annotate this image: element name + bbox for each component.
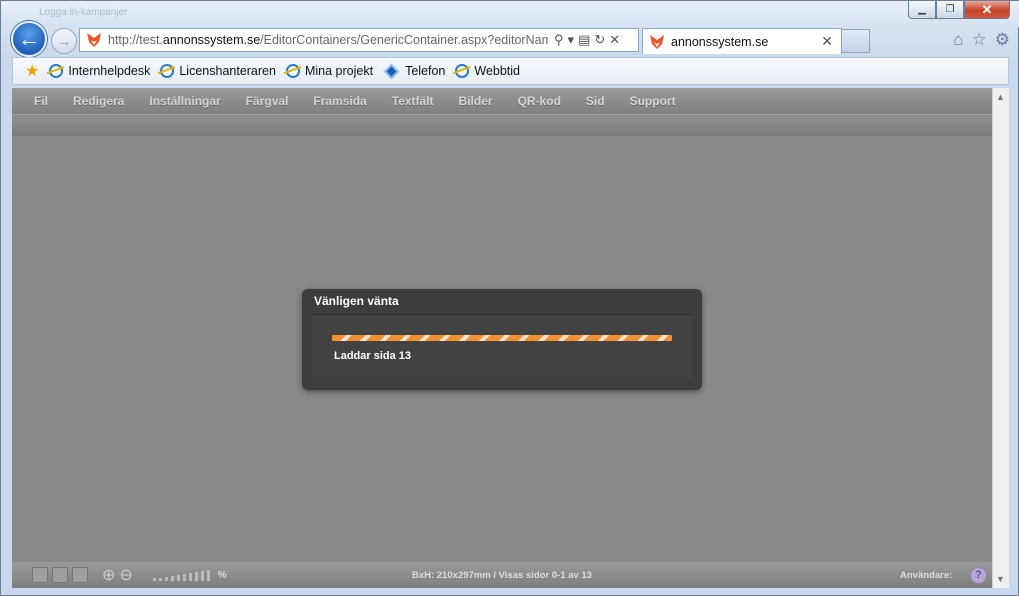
menu-fargval[interactable]: Färgval [246,94,289,108]
menu-installningar[interactable]: Inställningar [149,94,220,108]
back-button[interactable]: ← [11,21,47,57]
zoom-percent-label: % [217,569,227,581]
search-icon[interactable]: ⚲ [554,32,564,48]
dialog-title: Vänligen vänta [314,294,399,308]
tab-close-icon[interactable]: ✕ [821,33,833,50]
tab-fox-icon [650,34,664,49]
arrow-left-icon: ← [18,26,40,51]
loading-message: Laddar sida 13 [334,350,412,362]
menu-sid[interactable]: Sid [586,94,605,108]
restore-button[interactable]: ❐ [936,1,964,19]
ie-icon [160,64,175,78]
dropdown-icon[interactable]: ▾ [568,32,575,48]
tab-title: annonssystem.se [671,34,769,49]
dialog-body: Laddar sida 13 [312,314,692,377]
browser-window: Logga in-kampanjer ▁ ❐ ✕ ← → http://test… [0,0,1019,596]
menu-redigera[interactable]: Redigera [73,94,124,108]
menu-qr-kod[interactable]: QR-kod [518,94,561,108]
window-controls: ▁ ❐ ✕ [908,1,1010,19]
ie-icon [49,64,64,78]
address-bar[interactable]: http://test.annonssystem.se/EditorContai… [79,28,639,52]
user-label: Användare: [900,569,953,581]
favorite-mina-projekt[interactable]: Mina projekt [285,64,373,78]
grid-icon[interactable] [32,567,48,583]
zoom-slider[interactable] [152,569,210,581]
menu-framsida[interactable]: Framsida [313,94,366,108]
zoom-in-icon[interactable]: ⊕ [102,565,115,585]
editor-statusbar: ⊕ ⊖ % BxH: 210x297mm / Visas sidor 0-1 a… [12,562,992,588]
favorites-star-icon[interactable]: ☆ [972,30,987,50]
editor-menubar: Fil Redigera Inställningar Färgval Frams… [12,88,992,114]
progress-bar [332,335,672,341]
address-url[interactable]: http://test.annonssystem.se/EditorContai… [108,33,548,47]
menu-support[interactable]: Support [630,94,676,108]
help-icon[interactable]: ? [970,566,987,584]
ie-icon [455,64,470,78]
site-fox-icon [87,33,101,47]
minimize-button[interactable]: ▁ [908,1,936,19]
menu-textfalt[interactable]: Textfält [392,94,434,108]
editor-toolbar [12,114,992,136]
favorite-internhelpdesk[interactable]: Internhelpdesk [49,64,150,78]
add-favorite-icon[interactable]: ★ [25,61,39,81]
loading-dialog: Vänligen vänta Laddar sida 13 [302,289,702,390]
page-info: BxH: 210x297mm / Visas sidor 0-1 av 13 [412,569,592,581]
layout-icon[interactable] [52,567,68,583]
image-icon[interactable] [72,567,88,583]
ie-icon [285,64,300,78]
menu-fil[interactable]: Fil [34,94,48,108]
diamond-icon [383,63,400,79]
ghost-tab-text: Logga in-kampanjer [39,7,128,18]
favorite-licenshanteraren[interactable]: Licenshanteraren [160,64,276,78]
menu-bilder[interactable]: Bilder [459,94,493,108]
favorite-telefon[interactable]: Telefon [383,63,445,79]
scroll-down-icon[interactable]: ▼ [996,574,1005,584]
zoom-out-icon[interactable]: ⊖ [119,565,132,585]
forward-button[interactable]: → [51,28,77,54]
close-window-button[interactable]: ✕ [964,1,1010,19]
stop-icon[interactable]: ✕ [609,32,620,48]
favorite-webbtid[interactable]: Webbtid [455,64,520,78]
tab-annonssystem[interactable]: annonssystem.se ✕ [642,28,842,54]
vertical-scrollbar[interactable]: ▲ ▼ [992,88,1009,588]
refresh-icon[interactable]: ↻ [594,32,605,48]
gear-icon[interactable]: ⚙ [995,30,1010,50]
home-icon[interactable]: ⌂ [953,30,963,50]
new-tab-button[interactable] [842,29,870,53]
scroll-up-icon[interactable]: ▲ [996,92,1005,102]
arrow-right-icon: → [57,33,71,49]
compatibility-icon[interactable]: ▤ [578,32,590,48]
favorites-bar: ★ Internhelpdesk Licenshanteraren Mina p… [12,57,1009,85]
